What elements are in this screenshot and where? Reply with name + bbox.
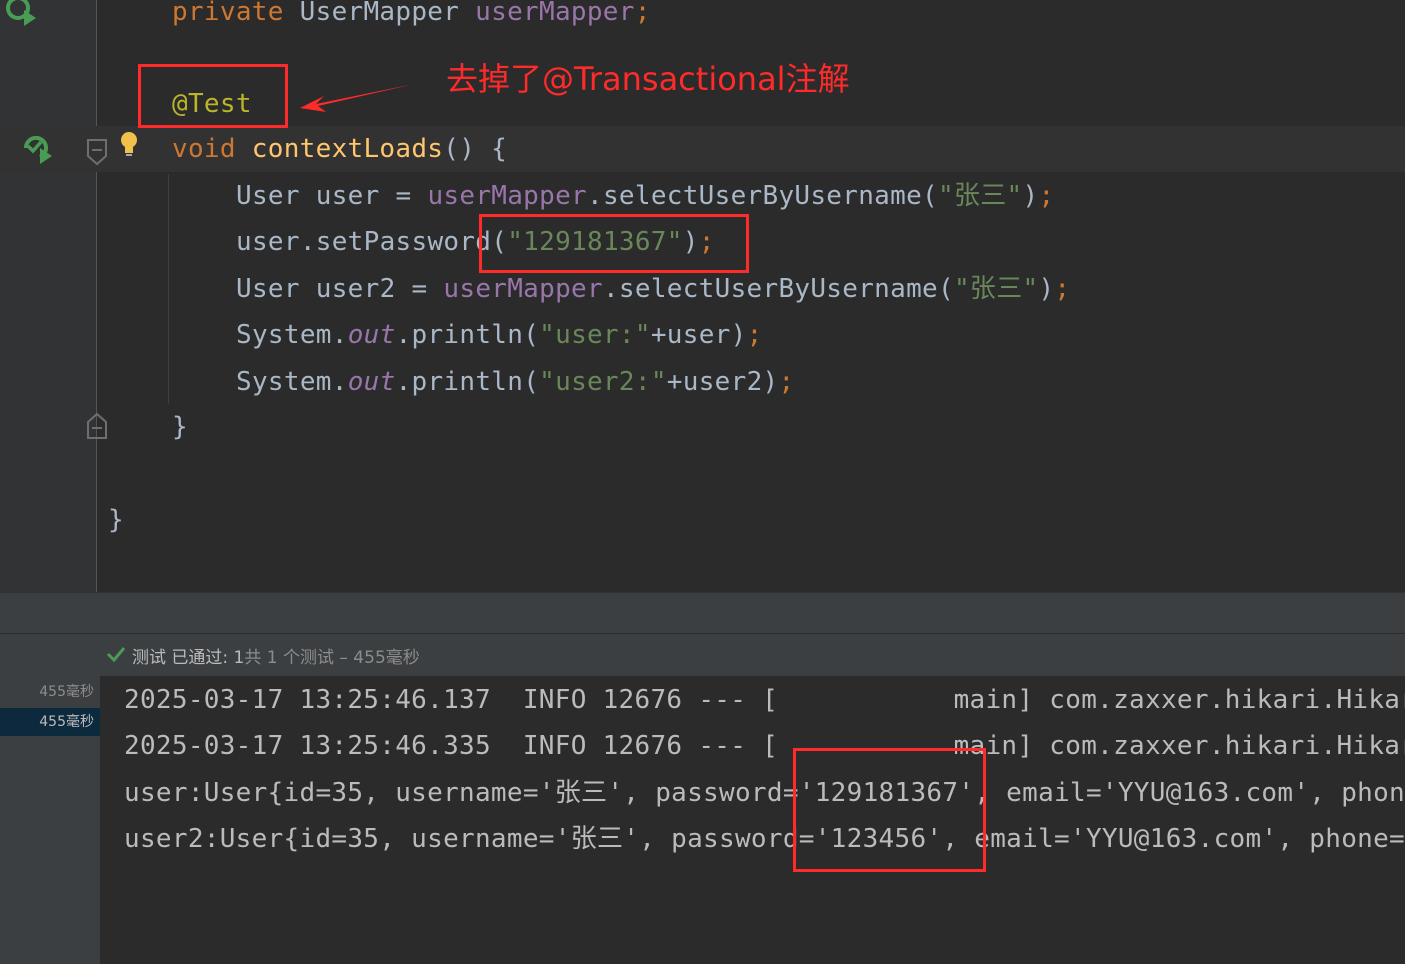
test-results-tree: 455毫秒 455毫秒 — [0, 676, 100, 964]
code-line-4: System.out.println("user:"+user); — [236, 315, 763, 355]
run-test-class-icon[interactable] — [4, 0, 38, 26]
method-name: contextLoads — [251, 134, 444, 164]
semicolon: ; — [1054, 274, 1071, 304]
fold-close-icon[interactable] — [86, 412, 108, 440]
status-detail: 共 1 个测试 – 455毫秒 — [244, 648, 420, 668]
code-text: User user2 = — [236, 274, 444, 304]
method-params: () { — [443, 134, 508, 164]
static-field-out: out — [347, 367, 396, 397]
console-line: 2025-03-17 13:25:46.137 INFO 12676 --- [… — [124, 685, 1405, 715]
semicolon: ; — [634, 0, 651, 27]
password-highlight-box — [479, 214, 749, 273]
tree-item-selected[interactable]: 455毫秒 — [0, 708, 100, 736]
code-text: System. — [236, 367, 348, 397]
keyword-private: private — [172, 0, 284, 27]
code-text: user.setPassword( — [236, 227, 508, 257]
annotation-note: 去掉了@Transactional注解 — [446, 60, 850, 98]
code-text: .selectUserByUsername( — [587, 181, 938, 211]
output-highlight-box — [793, 748, 986, 872]
gutter-divider — [96, 0, 97, 592]
code-line-field: private UserMapper userMapper; — [172, 0, 651, 32]
test-status-text: 测试 已通过: 1共 1 个测试 – 455毫秒 — [132, 643, 420, 668]
code-text: +user2) — [666, 367, 779, 397]
field-ref: userMapper — [427, 181, 587, 211]
string-literal: "张三" — [953, 274, 1039, 304]
string-literal: "张三" — [937, 181, 1023, 211]
class-closing-brace: } — [108, 505, 124, 535]
editor-gutter — [0, 0, 96, 592]
string-literal: "user:" — [539, 320, 651, 350]
console-line: user:User{id=35, username='张三', password… — [124, 778, 1405, 808]
run-test-icon[interactable] — [22, 134, 54, 166]
code-text: User user = — [236, 181, 428, 211]
code-text: +user) — [650, 320, 747, 350]
code-text: .selectUserByUsername( — [602, 274, 954, 304]
check-icon — [106, 647, 126, 663]
console-output[interactable]: 2025-03-17 13:25:46.137 INFO 12676 --- [… — [100, 676, 1405, 964]
type-usermapper: UserMapper — [299, 0, 460, 27]
method-signature: void contextLoads() { — [172, 129, 507, 169]
code-editor[interactable]: private UserMapper userMapper; @Test voi… — [0, 0, 1405, 592]
field-ref: userMapper — [443, 274, 603, 304]
console-line: user2:User{id=35, username='张三', passwor… — [124, 824, 1405, 854]
status-count: 1 — [233, 648, 245, 668]
code-line-1: User user = userMapper.selectUserByUsern… — [236, 176, 1054, 216]
keyword-void: void — [172, 134, 236, 164]
status-label: 测试 已通过: — [132, 648, 229, 668]
console-line: 2025-03-17 13:25:46.335 INFO 12676 --- [… — [124, 731, 1405, 761]
arrow-icon — [300, 84, 414, 112]
static-field-out: out — [347, 320, 396, 350]
semicolon: ; — [1038, 181, 1055, 211]
code-line-3: User user2 = userMapper.selectUserByUser… — [236, 269, 1070, 309]
code-text: .println( — [395, 367, 540, 397]
semicolon: ; — [778, 367, 795, 397]
method-closing-brace: } — [172, 412, 188, 442]
code-text: ) — [1038, 274, 1055, 304]
panel-splitter[interactable] — [0, 592, 1405, 633]
code-text: ) — [1022, 181, 1039, 211]
fold-open-icon[interactable] — [86, 138, 108, 166]
string-literal: "user2:" — [539, 367, 667, 397]
test-status-bar: 测试 已通过: 1共 1 个测试 – 455毫秒 — [0, 633, 1405, 676]
semicolon: ; — [746, 320, 763, 350]
indent-guide — [168, 174, 169, 404]
code-text: .println( — [395, 320, 540, 350]
code-text: System. — [236, 320, 348, 350]
tree-item[interactable]: 455毫秒 — [0, 678, 100, 706]
field-usermapper: userMapper — [475, 0, 635, 27]
lightbulb-icon[interactable] — [118, 130, 140, 158]
annotation-highlight-box — [138, 64, 288, 128]
code-line-5: System.out.println("user2:"+user2); — [236, 362, 794, 402]
